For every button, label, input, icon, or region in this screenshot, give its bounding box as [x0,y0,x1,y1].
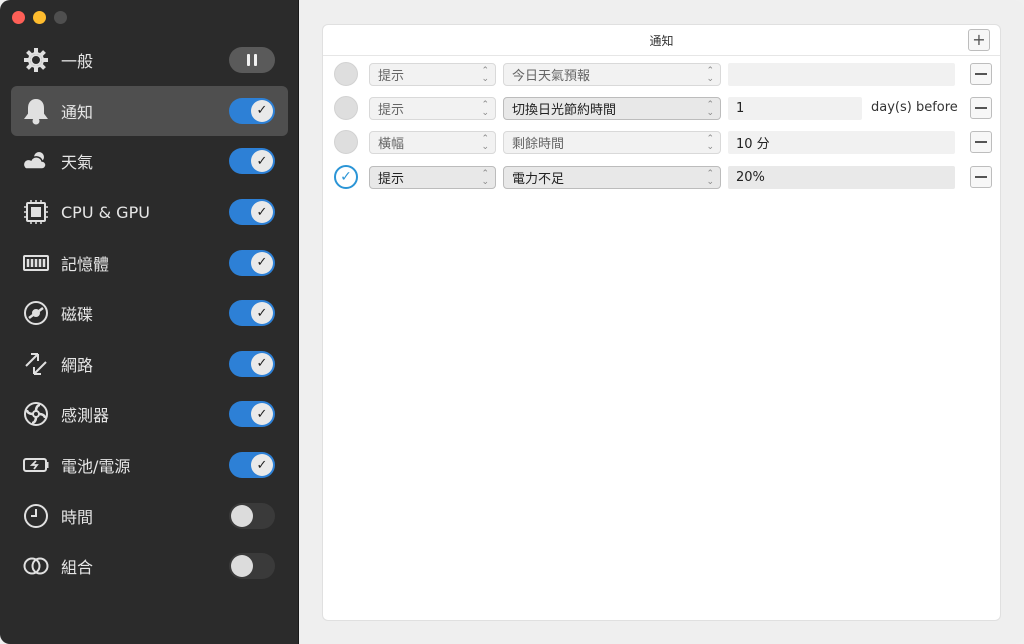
notification-row: 提示 ⌃ ⌄ 今日天氣預報 ⌃ ⌄ [323,61,1002,87]
sidebar-item-time[interactable]: 時間 [0,490,299,541]
notification-value-field[interactable] [728,63,955,86]
notification-type-select[interactable]: 提示 ⌃ ⌄ [369,63,496,86]
sidebar-list: 一般 通知 ✓ 天氣 ✓ CPU & GPU ✓ 記憶體 ✓ 磁碟 ✓ 網路 ✓… [0,35,299,592]
combination-toggle[interactable] [229,553,275,580]
zoom-window-button[interactable] [54,11,67,24]
weather-toggle[interactable]: ✓ [229,148,275,175]
sidebar-item-weather[interactable]: 天氣 ✓ [0,136,299,187]
updown-arrows-icon: ⌃ ⌄ [481,100,489,118]
time-toggle[interactable] [229,502,275,529]
sidebar-item-disk[interactable]: 磁碟 ✓ [0,288,299,339]
check-icon: ✓ [251,302,273,325]
notification-row: 提示 ⌃ ⌄ 切換日光節約時間 ⌃ ⌄ 1 day(s) before [323,95,1002,121]
check-icon: ✓ [251,201,273,224]
disk-toggle[interactable]: ✓ [229,300,275,327]
notification-value-field[interactable]: 1 [728,97,862,120]
notifications-panel: 通知 + 提示 ⌃ ⌄ 今日天氣預報 ⌃ ⌄ 提示 ⌃ ⌄ 切換日光節約時間 ⌃… [322,24,1001,621]
check-icon: ✓ [251,403,273,426]
sidebar-item-memory[interactable]: 記憶體 ✓ [0,237,299,288]
close-window-button[interactable] [12,11,25,24]
check-icon: ✓ [251,352,273,375]
panel-title: 通知 [649,33,674,48]
disk-icon [22,299,50,327]
battery-icon [22,451,50,479]
select-value: 提示 [378,69,405,84]
sensors-toggle[interactable]: ✓ [229,401,275,428]
notification-value-field[interactable]: 10 分 [728,131,955,154]
updown-arrows-icon: ⌃ ⌄ [481,134,489,152]
notification-event-select[interactable]: 電力不足 ⌃ ⌄ [503,166,721,189]
sidebar-item-battery[interactable]: 電池/電源 ✓ [0,440,299,491]
sidebar-item-combination[interactable]: 組合 [0,541,299,592]
notification-type-select[interactable]: 提示 ⌃ ⌄ [369,97,496,120]
updown-arrows-icon: ⌃ ⌄ [481,66,489,84]
sidebar-item-notifications[interactable]: 通知 ✓ [11,85,288,137]
notification-type-select[interactable]: 橫幅 ⌃ ⌄ [369,131,496,154]
battery-toggle[interactable]: ✓ [229,452,275,479]
value-suffix: day(s) before [871,100,958,115]
weather-icon [22,147,50,175]
notification-event-select[interactable]: 剩餘時間 ⌃ ⌄ [503,131,721,154]
fan-icon [22,400,50,428]
sidebar-item-cpu-gpu[interactable]: CPU & GPU ✓ [0,187,299,238]
minimize-window-button[interactable] [33,11,46,24]
updown-arrows-icon: ⌃ ⌄ [706,134,714,152]
panel-header: 通知 + [323,25,1000,56]
select-value: 橫幅 [378,137,405,152]
app-window: 一般 通知 ✓ 天氣 ✓ CPU & GPU ✓ 記憶體 ✓ 磁碟 ✓ 網路 ✓… [0,0,1024,644]
cpu-icon [22,198,50,226]
remove-notification-button[interactable] [970,63,992,85]
notification-row: ✓ 提示 ⌃ ⌄ 電力不足 ⌃ ⌄ 20% [323,164,1002,190]
add-notification-button[interactable]: + [968,29,990,51]
check-icon: ✓ [251,99,273,122]
clock-icon [22,502,50,530]
notification-enable-radio[interactable] [334,130,358,154]
notification-type-select[interactable]: 提示 ⌃ ⌄ [369,166,496,189]
updown-arrows-icon: ⌃ ⌄ [706,169,714,187]
check-icon: ✓ [251,454,273,477]
remove-notification-button[interactable] [970,97,992,119]
notification-event-select[interactable]: 今日天氣預報 ⌃ ⌄ [503,63,721,86]
check-icon: ✓ [251,251,273,274]
minus-icon [975,73,987,75]
select-value: 電力不足 [512,172,565,187]
minus-icon [975,107,987,109]
select-value: 今日天氣預報 [512,69,591,84]
updown-arrows-icon: ⌃ ⌄ [481,169,489,187]
select-value: 剩餘時間 [512,137,565,152]
notification-value-field[interactable]: 20% [728,166,955,189]
network-icon [22,350,50,378]
combo-icon [22,552,50,580]
remove-notification-button[interactable] [970,166,992,188]
updown-arrows-icon: ⌃ ⌄ [706,100,714,118]
minus-icon [975,176,987,178]
select-value: 切換日光節約時間 [512,103,617,118]
notification-event-select[interactable]: 切換日光節約時間 ⌃ ⌄ [503,97,721,120]
notification-row: 橫幅 ⌃ ⌄ 剩餘時間 ⌃ ⌄ 10 分 [323,129,1002,155]
updown-arrows-icon: ⌃ ⌄ [706,66,714,84]
bell-icon [22,97,50,125]
memory-toggle[interactable]: ✓ [229,249,275,276]
select-value: 提示 [378,103,405,118]
pause-button[interactable] [229,47,275,74]
sidebar: 一般 通知 ✓ 天氣 ✓ CPU & GPU ✓ 記憶體 ✓ 磁碟 ✓ 網路 ✓… [0,0,299,644]
gear-icon [22,46,50,74]
memory-icon [22,249,50,277]
cpu-gpu-toggle[interactable]: ✓ [229,199,275,226]
select-value: 提示 [378,172,405,187]
window-controls [12,11,67,24]
check-icon: ✓ [340,169,352,185]
sidebar-item-general[interactable]: 一般 [0,35,299,86]
check-icon: ✓ [251,150,273,173]
notification-enable-radio[interactable] [334,62,358,86]
notifications-toggle[interactable]: ✓ [229,97,275,124]
remove-notification-button[interactable] [970,131,992,153]
notification-enable-radio[interactable]: ✓ [334,165,358,189]
sidebar-item-sensors[interactable]: 感測器 ✓ [0,389,299,440]
network-toggle[interactable]: ✓ [229,350,275,377]
sidebar-item-network[interactable]: 網路 ✓ [0,339,299,390]
notification-enable-radio[interactable] [334,96,358,120]
minus-icon [975,141,987,143]
